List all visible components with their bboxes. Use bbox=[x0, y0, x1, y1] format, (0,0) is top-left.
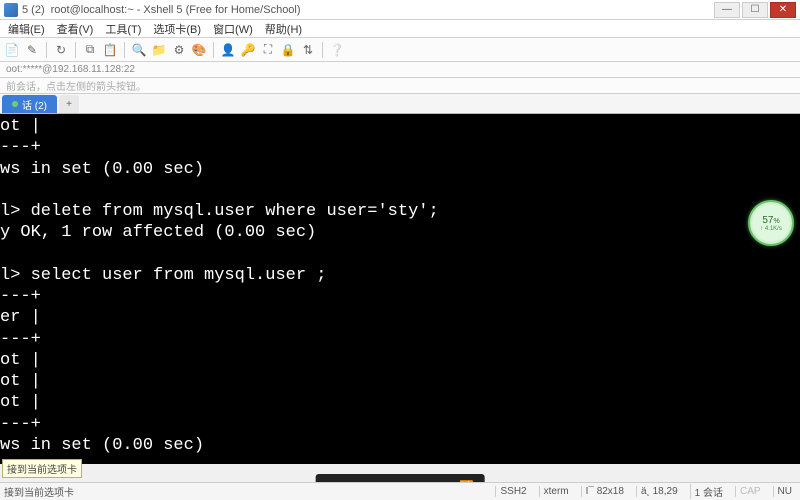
folder-icon[interactable]: 📁 bbox=[151, 42, 167, 58]
titlebar-text: root@localhost:~ - Xshell 5 (Free for Ho… bbox=[51, 4, 301, 16]
terminal-line: l> delete from mysql.user where user='st… bbox=[0, 202, 439, 221]
terminal-line: y OK, 1 row affected (0.00 sec) bbox=[0, 223, 316, 242]
paste-icon[interactable]: 📋 bbox=[102, 42, 118, 58]
separator bbox=[46, 42, 47, 58]
terminal-line: ot | bbox=[0, 117, 41, 136]
pencil-icon[interactable]: ✎ bbox=[24, 42, 40, 58]
user-icon[interactable]: 👤 bbox=[220, 42, 236, 58]
fullscreen-icon[interactable]: ⛶ bbox=[260, 42, 276, 58]
tab-bar: 话 (2) + bbox=[0, 94, 800, 114]
titlebar-indicator: 5 (2) bbox=[22, 4, 45, 16]
status-num: NU bbox=[773, 486, 796, 497]
lock-icon[interactable]: 🔒 bbox=[280, 42, 296, 58]
terminal-line: ---+ bbox=[0, 138, 41, 157]
gauge-unit: % bbox=[773, 218, 779, 225]
copy-icon[interactable]: ⧉ bbox=[82, 42, 98, 58]
close-button[interactable]: ✕ bbox=[770, 2, 796, 18]
reconnect-icon[interactable]: ↻ bbox=[53, 42, 69, 58]
terminal[interactable]: ot | ---+ ws in set (0.00 sec) l> delete… bbox=[0, 114, 800, 464]
terminal-line: ws in set (0.00 sec) bbox=[0, 436, 204, 455]
palette-icon[interactable]: 🎨 bbox=[191, 42, 207, 58]
tab-label: 话 (2) bbox=[22, 97, 47, 112]
status-bar: 接到当前选项卡 SSH2 xterm I¯ 82x18 ä¸ 18,29 1 会… bbox=[0, 482, 800, 500]
status-left: 接到当前选项卡 bbox=[4, 484, 74, 499]
status-count: 1 会话 bbox=[690, 484, 727, 499]
menu-bar: 编辑(E) 查看(V) 工具(T) 选项卡(B) 窗口(W) 帮助(H) bbox=[0, 20, 800, 38]
terminal-line: ---+ bbox=[0, 287, 41, 306]
help-icon[interactable]: ❔ bbox=[329, 42, 345, 58]
terminal-line: ---+ bbox=[0, 415, 41, 434]
terminal-line: l> select user from mysql.user ; bbox=[0, 266, 326, 285]
menu-view[interactable]: 查看(V) bbox=[51, 21, 100, 37]
status-term: xterm bbox=[539, 486, 573, 497]
new-session-icon[interactable]: 📄 bbox=[4, 42, 20, 58]
menu-window[interactable]: 窗口(W) bbox=[207, 21, 259, 37]
menu-help[interactable]: 帮助(H) bbox=[259, 21, 308, 37]
transfer-icon[interactable]: ⇅ bbox=[300, 42, 316, 58]
separator bbox=[213, 42, 214, 58]
key-icon[interactable]: 🔑 bbox=[240, 42, 256, 58]
terminal-line: er | bbox=[0, 308, 41, 327]
menu-tools[interactable]: 工具(T) bbox=[99, 21, 147, 37]
search-icon[interactable]: 🔍 bbox=[131, 42, 147, 58]
toolbar: 📄 ✎ ↻ ⧉ 📋 🔍 📁 ⚙ 🎨 👤 🔑 ⛶ 🔒 ⇅ ❔ bbox=[0, 38, 800, 62]
separator bbox=[124, 42, 125, 58]
tab-add-button[interactable]: + bbox=[59, 95, 79, 113]
terminal-line: ot | bbox=[0, 393, 41, 412]
terminal-line: ot | bbox=[0, 351, 41, 370]
menu-tabs[interactable]: 选项卡(B) bbox=[147, 21, 207, 37]
gauge-percent: 57 bbox=[762, 215, 773, 226]
status-caps: CAP bbox=[735, 486, 765, 497]
status-ssh: SSH2 bbox=[495, 486, 530, 497]
minimize-button[interactable]: — bbox=[714, 2, 740, 18]
gear-icon[interactable]: ⚙ bbox=[171, 42, 187, 58]
app-icon bbox=[4, 3, 18, 17]
separator bbox=[75, 42, 76, 58]
terminal-line: ot | bbox=[0, 372, 41, 391]
menu-edit[interactable]: 编辑(E) bbox=[2, 21, 51, 37]
status-size: I¯ 82x18 bbox=[581, 486, 628, 497]
status-sess: ä¸ 18,29 bbox=[636, 486, 682, 497]
address-bar[interactable]: oot:*****@192.168.11.128:22 bbox=[0, 62, 800, 78]
hint-bar: 前会话，点击左侧的箭头按钮。 bbox=[0, 78, 800, 94]
terminal-line: ---+ bbox=[0, 330, 41, 349]
status-dot-icon bbox=[12, 101, 18, 107]
tab-active[interactable]: 话 (2) bbox=[2, 95, 57, 113]
tooltip: 接到当前选项卡 bbox=[2, 459, 82, 478]
terminal-line: ws in set (0.00 sec) bbox=[0, 160, 204, 179]
gauge-sub: ↑ 4.1K/s bbox=[760, 226, 782, 232]
separator bbox=[322, 42, 323, 58]
cpu-gauge[interactable]: 57% ↑ 4.1K/s bbox=[748, 200, 794, 246]
window-titlebar: 5 (2) root@localhost:~ - Xshell 5 (Free … bbox=[0, 0, 800, 20]
maximize-button[interactable]: ☐ bbox=[742, 2, 768, 18]
